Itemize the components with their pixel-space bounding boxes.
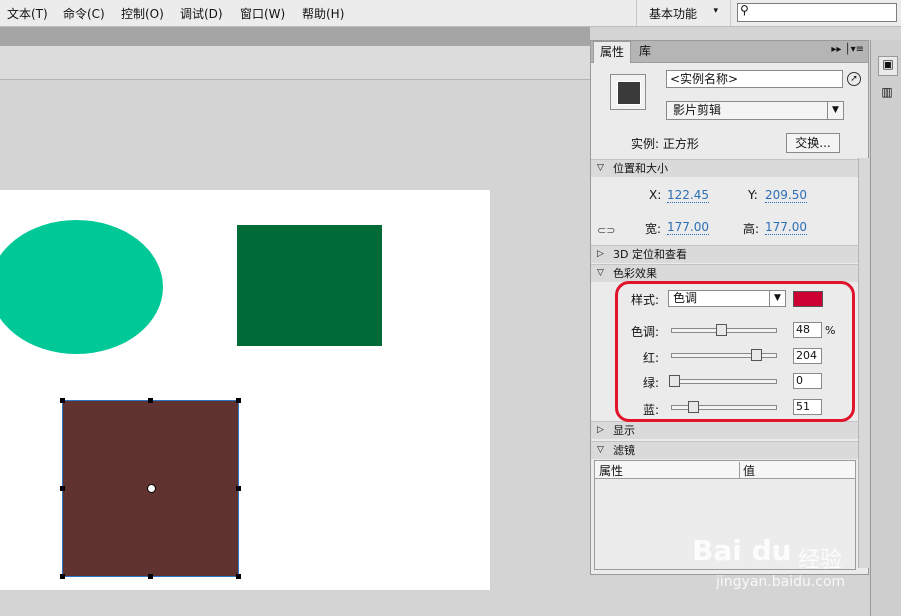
document-tab-bar xyxy=(0,27,590,46)
highlight-annotation xyxy=(615,281,855,422)
width-value[interactable]: 177.00 xyxy=(667,220,709,235)
transform-handle[interactable] xyxy=(236,398,241,403)
movie-clip-symbol-icon xyxy=(610,74,646,110)
workspace-switcher[interactable]: 基本功能 ▾ xyxy=(636,0,731,26)
section-display[interactable]: ▷ 显示 xyxy=(591,421,858,439)
collapse-arrow-icon: ▽ xyxy=(597,445,604,455)
menu-text[interactable]: 文本(T) xyxy=(7,5,48,22)
panel-menu-icon[interactable]: ▸▸ │▾≡ xyxy=(831,44,864,55)
height-label: 高: xyxy=(743,222,760,236)
section-3d[interactable]: ▷ 3D 定位和查看 xyxy=(591,245,858,263)
search-icon: ⚲ xyxy=(740,3,749,17)
instance-name-input[interactable]: <实例名称> xyxy=(666,70,843,88)
symbol-type-value: 影片剪辑 xyxy=(673,103,722,117)
expand-arrow-icon: ▷ xyxy=(597,425,604,435)
transform-handle[interactable] xyxy=(148,398,153,403)
transform-handle[interactable] xyxy=(60,486,65,491)
properties-dock-icon[interactable]: ▣ xyxy=(878,56,898,76)
lock-proportions-icon[interactable]: ⊂⊃ xyxy=(597,224,615,237)
collapse-arrow-icon: ▽ xyxy=(597,163,604,173)
height-value[interactable]: 177.00 xyxy=(765,220,807,235)
chevron-down-icon: ▾ xyxy=(713,6,718,16)
transform-handle[interactable] xyxy=(236,486,241,491)
watermark-brand-cn: 经验 xyxy=(798,548,843,573)
menu-commands[interactable]: 命令(C) xyxy=(63,5,105,22)
collapse-arrow-icon: ▽ xyxy=(597,268,604,278)
panel-tab-bar: 属性 库 ▸▸ │▾≡ xyxy=(591,41,868,63)
x-label: X: xyxy=(649,188,662,202)
help-search-input[interactable]: ⚲ xyxy=(737,3,897,22)
baidu-watermark: Bai du 经验 jingyan.baidu.com xyxy=(690,520,900,610)
tab-library[interactable]: 库 xyxy=(633,41,657,62)
width-label: 宽: xyxy=(645,222,662,236)
menu-debug[interactable]: 调试(D) xyxy=(180,5,223,22)
edit-bar xyxy=(0,46,590,80)
y-value[interactable]: 209.50 xyxy=(765,188,807,203)
library-dock-icon[interactable]: ▥ xyxy=(878,85,896,103)
x-value[interactable]: 122.45 xyxy=(667,188,709,203)
section-position-size[interactable]: ▽ 位置和大小 xyxy=(591,159,858,177)
transform-center-point[interactable] xyxy=(147,484,156,493)
transform-handle[interactable] xyxy=(148,574,153,579)
menu-control[interactable]: 控制(O) xyxy=(121,5,164,22)
transform-handle[interactable] xyxy=(236,574,241,579)
menu-bar: 文本(T) 命令(C) 控制(O) 调试(D) 窗口(W) 帮助(H) 基本功能… xyxy=(0,0,901,27)
swap-button[interactable]: 交换... xyxy=(786,133,840,153)
transform-handle[interactable] xyxy=(60,574,65,579)
panel-scrollbar[interactable] xyxy=(858,158,869,568)
green-square-shape[interactable] xyxy=(237,225,382,346)
section-color-effect[interactable]: ▽ 色彩效果 xyxy=(591,264,858,282)
tab-properties[interactable]: 属性 xyxy=(593,41,632,63)
section-filter[interactable]: ▽ 滤镜 xyxy=(591,441,858,459)
transform-handle[interactable] xyxy=(60,398,65,403)
y-label: Y: xyxy=(748,188,758,202)
watermark-brand: Bai du xyxy=(692,534,792,567)
watermark-url: jingyan.baidu.com xyxy=(716,574,846,590)
edit-symbol-icon[interactable]: ➚ xyxy=(847,72,861,86)
menu-help[interactable]: 帮助(H) xyxy=(302,5,344,22)
menu-window[interactable]: 窗口(W) xyxy=(240,5,285,22)
filter-col-value: 值 xyxy=(739,462,755,479)
chevron-down-icon: ▼ xyxy=(827,102,843,119)
filter-col-property: 属性 xyxy=(599,464,624,478)
symbol-type-select[interactable]: 影片剪辑 ▼ xyxy=(666,101,844,120)
filter-table-header: 属性 值 xyxy=(595,461,855,479)
workspace-label: 基本功能 xyxy=(649,7,698,21)
instance-of-label: 实例: 正方形 xyxy=(631,137,699,151)
expand-arrow-icon: ▷ xyxy=(597,249,604,259)
